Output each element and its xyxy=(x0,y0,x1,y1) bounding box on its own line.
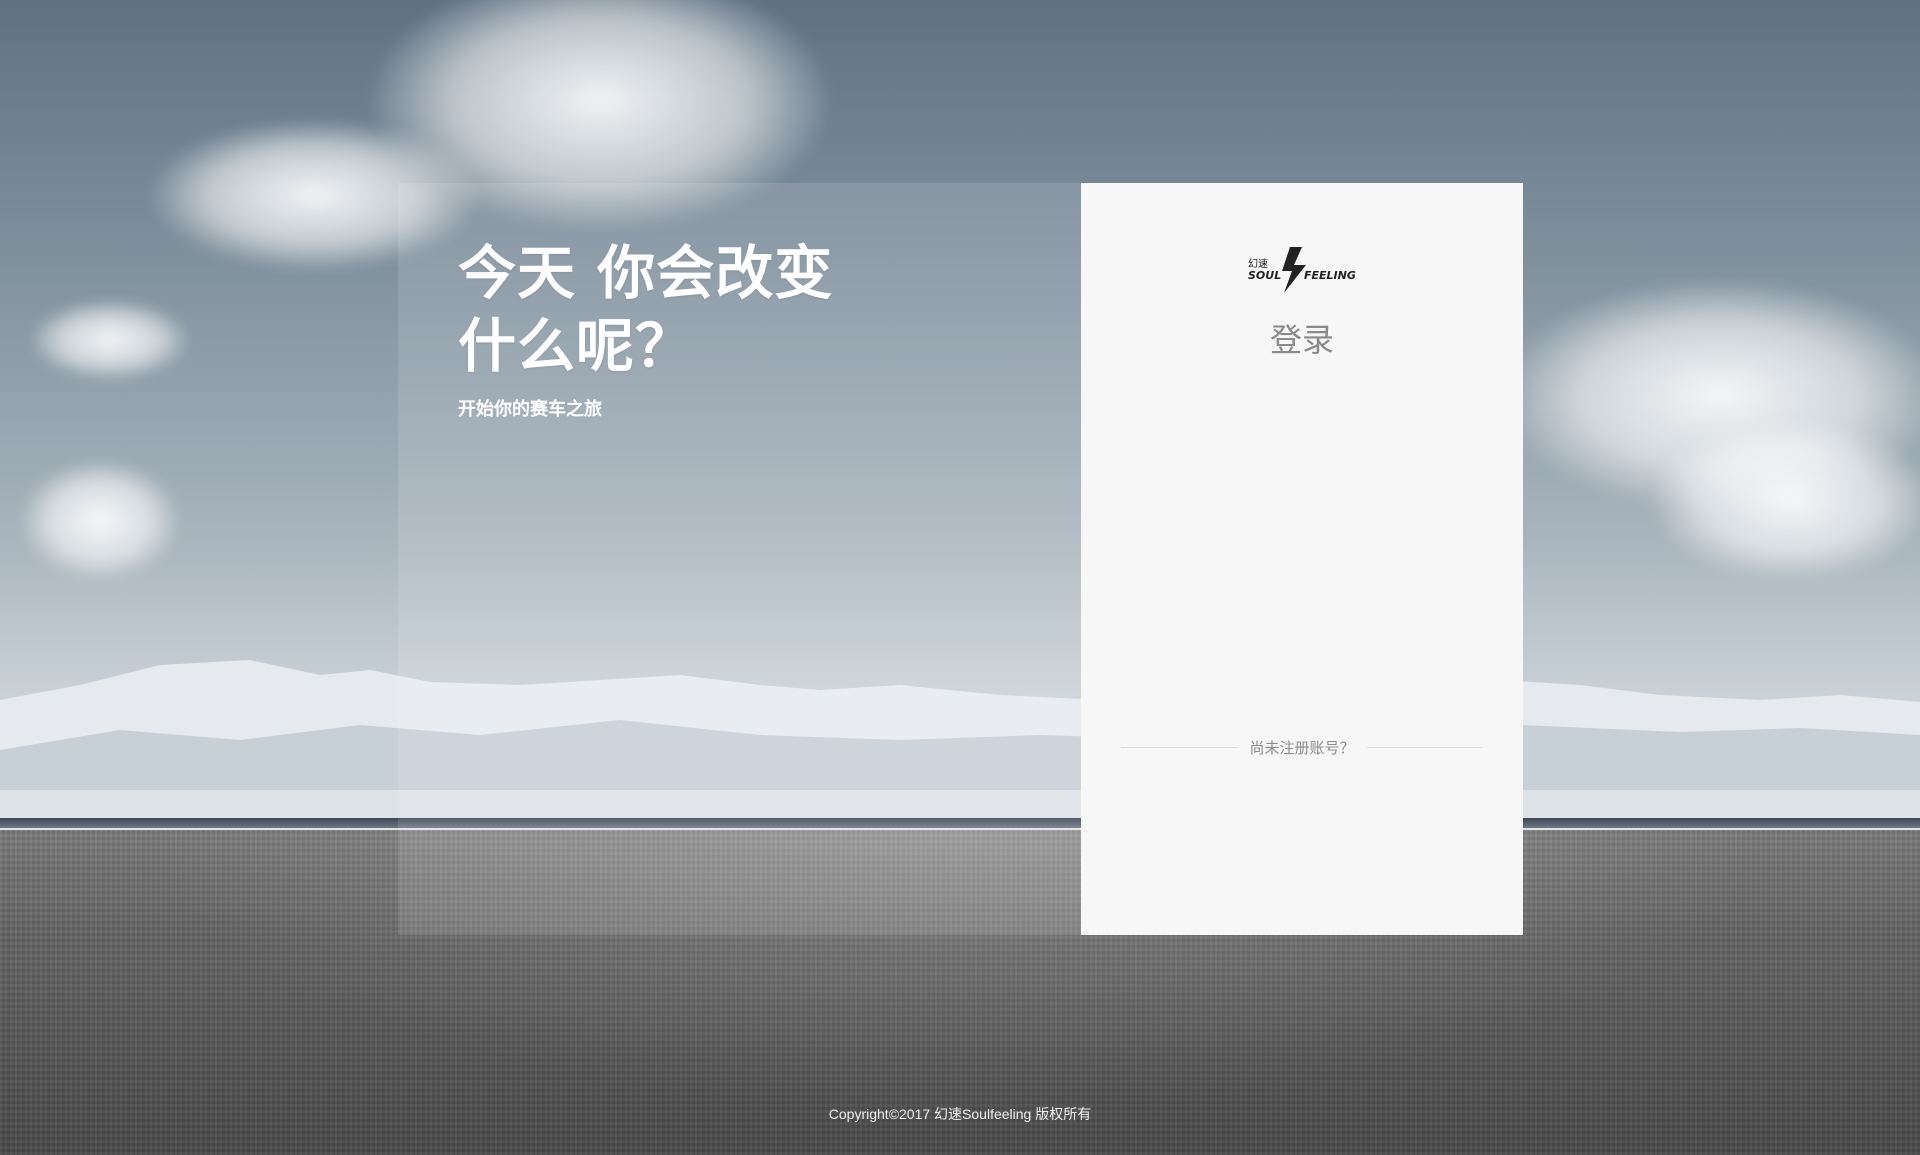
hero-headline-line2: 什么呢？ xyxy=(458,312,695,380)
hero-headline-line1: 今天 你会改变 xyxy=(458,239,834,307)
logo-en-left-text: SOUL xyxy=(1248,269,1281,282)
footer-copyright: Copyright©2017 幻速Soulfeeling 版权所有 xyxy=(828,1106,1092,1122)
divider-line-right xyxy=(1366,747,1484,748)
login-title: 登录 xyxy=(1269,321,1334,359)
divider-line-left xyxy=(1121,747,1238,748)
login-panel: 幻速 SOUL FEELING 登录 尚未注册账号？ xyxy=(1081,183,1523,935)
cloud-decoration xyxy=(30,300,190,380)
login-card: 今天 你会改变 什么呢？ 开始你的赛车之旅 幻速 SOUL FEELING 登录… xyxy=(398,183,1523,935)
cloud-decoration xyxy=(20,460,180,580)
hero-headline: 今天 你会改变 什么呢？ xyxy=(458,237,1081,383)
register-link[interactable]: 尚未注册账号？ xyxy=(1238,737,1367,758)
hero-panel: 今天 你会改变 什么呢？ 开始你的赛车之旅 xyxy=(398,183,1081,935)
cloud-decoration xyxy=(1650,420,1920,580)
register-divider: 尚未注册账号？ xyxy=(1121,737,1484,758)
soulfeeling-logo-icon: 幻速 SOUL FEELING xyxy=(1248,241,1356,297)
background-scene: 今天 你会改变 什么呢？ 开始你的赛车之旅 幻速 SOUL FEELING 登录… xyxy=(0,0,1920,1155)
hero-subtitle: 开始你的赛车之旅 xyxy=(458,399,602,420)
logo-en-right-text: FEELING xyxy=(1304,269,1356,282)
lightning-bolt-icon xyxy=(1282,247,1306,293)
